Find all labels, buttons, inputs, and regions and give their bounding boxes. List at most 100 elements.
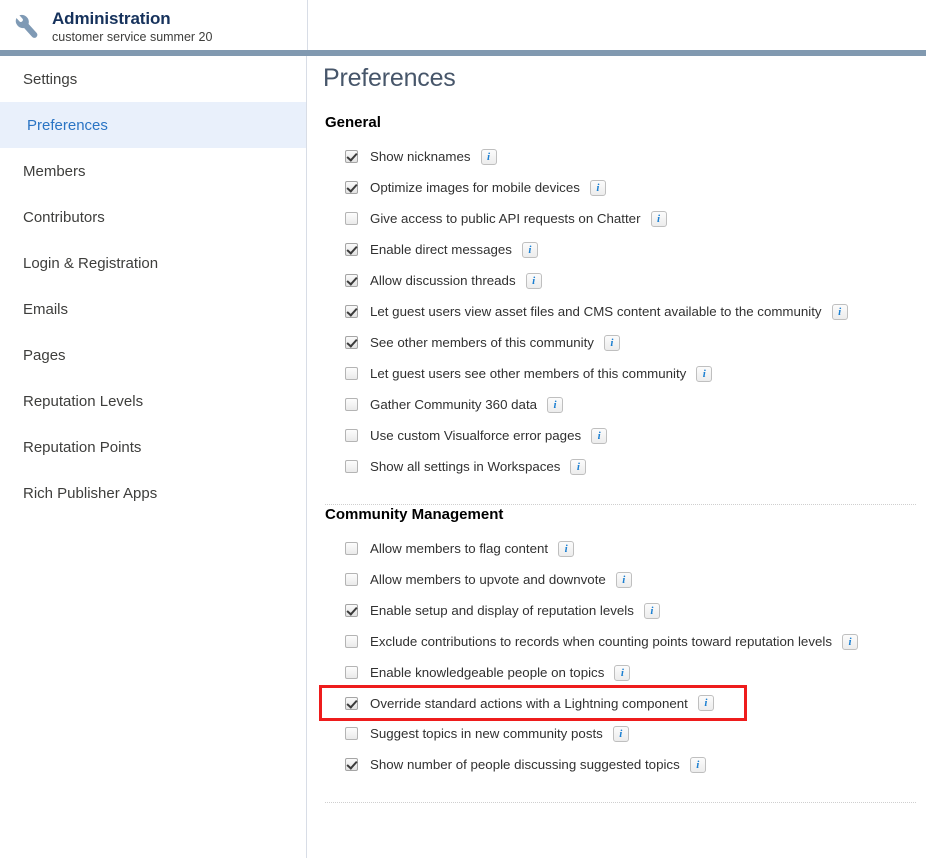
header-vertical-divider xyxy=(307,0,308,50)
checkbox-checked-icon[interactable] xyxy=(345,758,358,771)
info-icon[interactable]: i xyxy=(614,664,631,681)
checkbox-checked-icon[interactable] xyxy=(345,150,358,163)
info-icon[interactable]: i xyxy=(591,427,608,444)
info-icon[interactable]: i xyxy=(689,756,706,773)
preference-row[interactable]: Show nicknames i xyxy=(325,141,926,172)
checkbox-unchecked-icon[interactable] xyxy=(345,573,358,586)
checkbox-unchecked-icon[interactable] xyxy=(345,542,358,555)
sidebar-item-login-registration[interactable]: Login & Registration xyxy=(0,240,306,286)
preference-row[interactable]: Let guest users see other members of thi… xyxy=(325,358,926,389)
preference-row[interactable]: Enable knowledgeable people on topics i xyxy=(325,657,926,688)
preference-label: Suggest topics in new community posts xyxy=(370,726,603,741)
preference-row[interactable]: Let guest users view asset files and CMS… xyxy=(325,296,926,327)
page-title: Preferences xyxy=(323,64,456,92)
preference-label: Allow members to upvote and downvote xyxy=(370,572,606,587)
preference-label: Exclude contributions to records when co… xyxy=(370,634,832,649)
checkbox-unchecked-icon[interactable] xyxy=(345,212,358,225)
info-icon[interactable]: i xyxy=(589,179,606,196)
main-content: Preferences General Show nicknames i Optimi… xyxy=(308,56,926,858)
preference-label: See other members of this community xyxy=(370,335,594,350)
sidebar-nav: Settings Preferences Members Contributors Lo… xyxy=(0,56,307,858)
sidebar-item-preferences[interactable]: Preferences xyxy=(0,102,306,148)
sidebar-item-label: Settings xyxy=(23,70,78,88)
preference-row[interactable]: Allow members to flag content i xyxy=(325,533,926,564)
checkbox-unchecked-icon[interactable] xyxy=(345,398,358,411)
preference-row[interactable]: Enable direct messages i xyxy=(325,234,926,265)
checkbox-checked-icon[interactable] xyxy=(345,274,358,287)
preference-label: Allow discussion threads xyxy=(370,273,516,288)
info-icon[interactable]: i xyxy=(831,303,848,320)
info-icon[interactable]: i xyxy=(521,241,538,258)
preference-row[interactable]: Allow members to upvote and downvote i xyxy=(325,564,926,595)
info-icon[interactable]: i xyxy=(650,210,667,227)
checkbox-checked-icon[interactable] xyxy=(345,696,358,710)
preference-row[interactable]: Allow discussion threads i xyxy=(325,265,926,296)
info-icon[interactable]: i xyxy=(525,272,542,289)
sidebar-item-pages[interactable]: Pages xyxy=(0,332,306,378)
checkbox-unchecked-icon[interactable] xyxy=(345,666,358,679)
info-icon[interactable]: i xyxy=(841,633,858,650)
section-heading: Community Management xyxy=(325,506,504,523)
info-icon[interactable]: i xyxy=(603,334,620,351)
preference-list: Show nicknames i Optimize images for mobil… xyxy=(325,131,926,482)
page-header: Administration customer service summer 2… xyxy=(0,0,926,50)
checkbox-checked-icon[interactable] xyxy=(345,181,358,194)
sidebar-item-members[interactable]: Members xyxy=(0,148,306,194)
checkbox-unchecked-icon[interactable] xyxy=(345,635,358,648)
checkbox-checked-icon[interactable] xyxy=(345,336,358,349)
preference-row[interactable]: Exclude contributions to records when co… xyxy=(325,626,926,657)
checkbox-unchecked-icon[interactable] xyxy=(345,727,358,740)
preference-row[interactable]: Enable setup and display of reputation l… xyxy=(325,595,926,626)
sidebar-item-label: Members xyxy=(23,162,86,180)
sidebar-item-emails[interactable]: Emails xyxy=(0,286,306,332)
preference-label: Gather Community 360 data xyxy=(370,397,538,412)
sidebar-item-contributors[interactable]: Contributors xyxy=(0,194,306,240)
preference-row[interactable]: Suggest topics in new community posts i xyxy=(325,718,926,749)
preference-row[interactable]: Use custom Visualforce error pages i xyxy=(325,420,926,451)
checkbox-checked-icon[interactable] xyxy=(345,243,358,256)
checkbox-unchecked-icon[interactable] xyxy=(345,460,358,473)
info-icon[interactable]: i xyxy=(480,148,497,165)
preference-row[interactable]: See other members of this community i xyxy=(325,327,926,358)
preference-row[interactable]: Override standard actions with a Lightni… xyxy=(319,685,747,721)
sidebar-item-label: Reputation Levels xyxy=(23,392,144,410)
preference-row[interactable]: Show number of people discussing suggest… xyxy=(325,749,926,780)
sidebar-item-label: Reputation Points xyxy=(23,438,142,456)
info-icon[interactable]: i xyxy=(612,725,629,742)
preferences-sections: General Show nicknames i Optimize images fo… xyxy=(308,114,926,804)
preference-label: Show all settings in Workspaces xyxy=(370,459,561,474)
sidebar-item-reputation-points[interactable]: Reputation Points xyxy=(0,424,306,470)
info-icon[interactable]: i xyxy=(696,365,713,382)
checkbox-checked-icon[interactable] xyxy=(345,604,358,617)
sidebar-item-label: Rich Publisher Apps xyxy=(23,484,158,502)
sidebar-item-rich-publisher-apps[interactable]: Rich Publisher Apps xyxy=(0,470,306,516)
checkbox-unchecked-icon[interactable] xyxy=(345,429,358,442)
preference-row[interactable]: Gather Community 360 data i xyxy=(325,389,926,420)
preference-label: Enable setup and display of reputation l… xyxy=(370,603,634,618)
checkbox-unchecked-icon[interactable] xyxy=(345,367,358,380)
info-icon[interactable]: i xyxy=(615,571,632,588)
sidebar-item-reputation-levels[interactable]: Reputation Levels xyxy=(0,378,306,424)
checkbox-checked-icon[interactable] xyxy=(345,305,358,318)
sidebar-item-settings[interactable]: Settings xyxy=(0,56,306,102)
preference-label: Show number of people discussing suggest… xyxy=(370,757,680,772)
section-heading: General xyxy=(325,114,381,131)
community-name: customer service summer 20 xyxy=(52,29,213,44)
section-general: General Show nicknames i Optimize images fo… xyxy=(308,114,926,482)
preference-label: Use custom Visualforce error pages xyxy=(370,428,582,443)
page-title-admin: Administration xyxy=(52,9,171,29)
preference-label: Show nicknames xyxy=(370,149,471,164)
info-icon[interactable]: i xyxy=(697,695,714,711)
bottom-divider xyxy=(325,802,916,804)
preference-list: Allow members to flag content i Allow memb… xyxy=(319,523,926,780)
info-icon[interactable]: i xyxy=(558,540,575,557)
info-icon[interactable]: i xyxy=(643,602,660,619)
info-icon[interactable]: i xyxy=(570,458,587,475)
preference-label: Enable knowledgeable people on topics xyxy=(370,665,605,680)
preference-row[interactable]: Show all settings in Workspaces i xyxy=(325,451,926,482)
info-icon[interactable]: i xyxy=(547,396,564,413)
preference-label: Give access to public API requests on Ch… xyxy=(370,211,641,226)
preference-label: Enable direct messages xyxy=(370,242,512,257)
preference-row[interactable]: Optimize images for mobile devices i xyxy=(325,172,926,203)
preference-row[interactable]: Give access to public API requests on Ch… xyxy=(325,203,926,234)
